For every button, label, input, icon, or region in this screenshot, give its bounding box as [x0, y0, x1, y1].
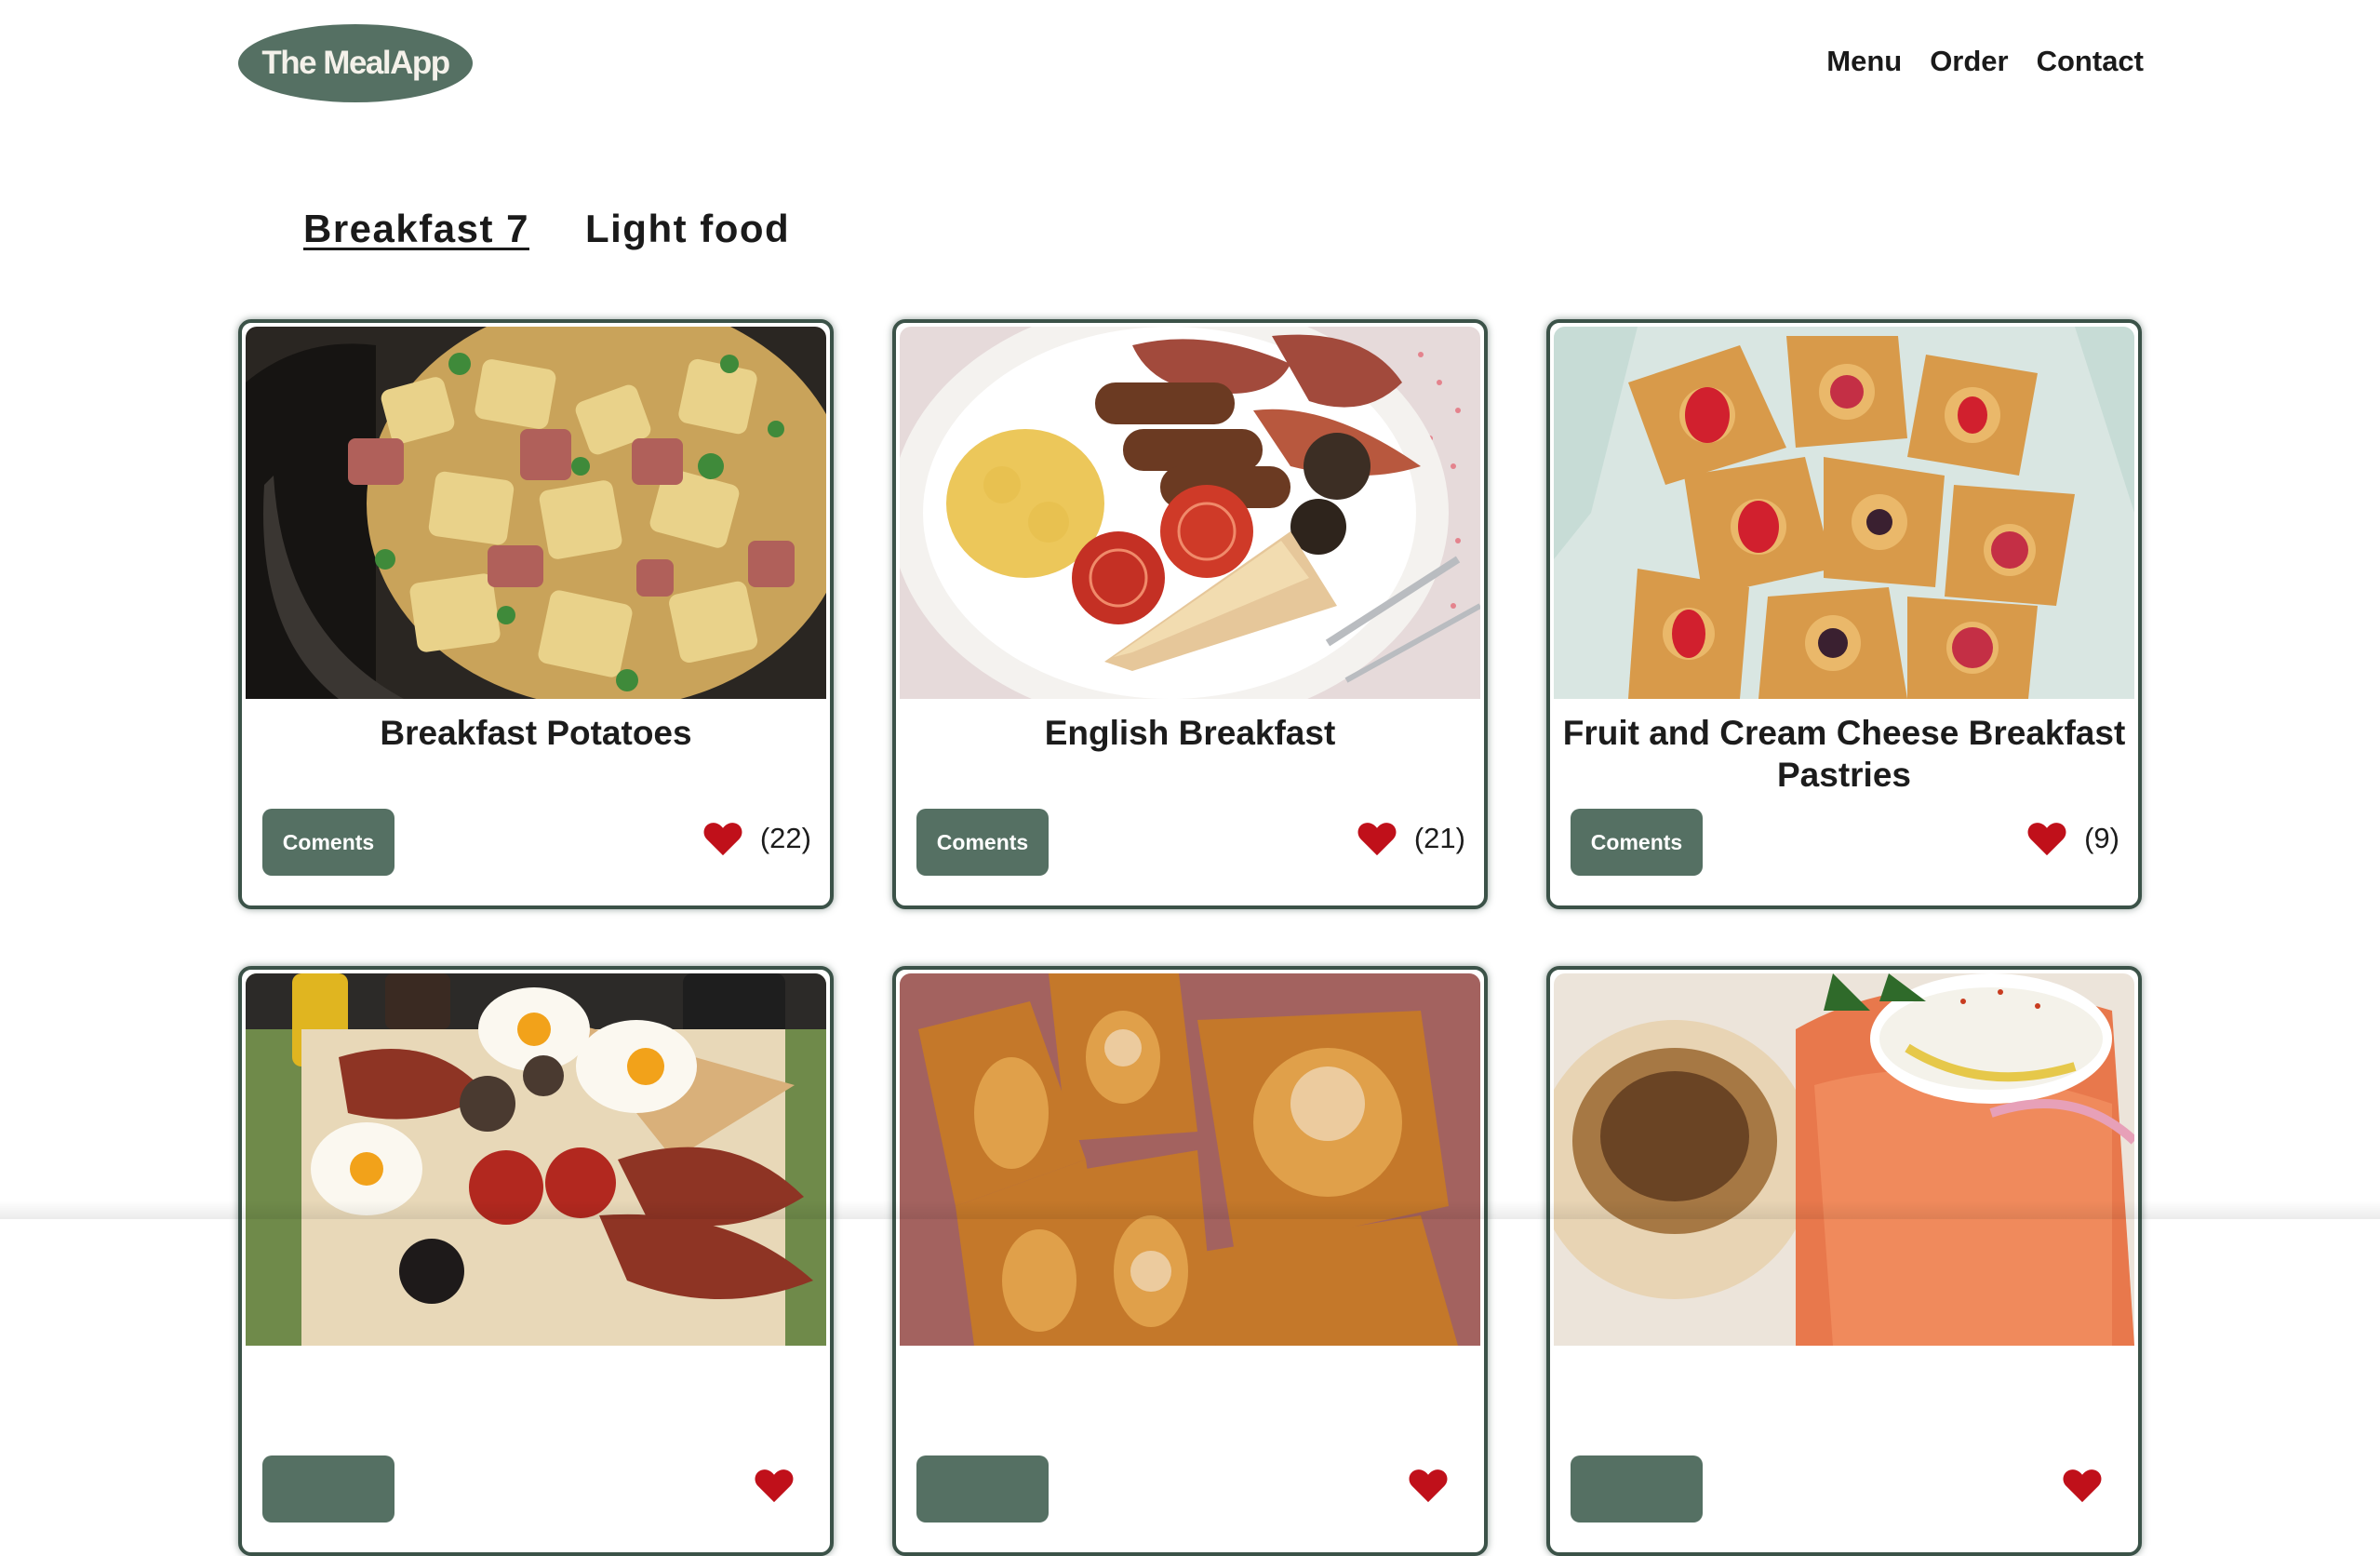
meal-image — [246, 327, 826, 699]
meal-card — [892, 966, 1488, 1556]
heart-icon[interactable] — [2026, 820, 2067, 857]
nav-menu-link[interactable]: Menu — [1826, 45, 1902, 78]
likes-count: (21) — [1413, 822, 1465, 854]
card-footer: Coments (22) — [262, 809, 811, 876]
meal-image — [1554, 327, 2134, 699]
heart-icon[interactable] — [702, 820, 743, 857]
comments-button[interactable] — [1571, 1455, 1703, 1522]
card-footer — [916, 1455, 1465, 1522]
meal-card: English Breakfast Coments (21) — [892, 319, 1488, 909]
page-bottom-shadow — [0, 1201, 2380, 1219]
meal-image — [900, 327, 1480, 699]
category-tabs: Breakfast 7 Light food — [303, 207, 790, 251]
likes — [1408, 1467, 1465, 1504]
card-footer — [1571, 1455, 2119, 1522]
likes-count: (22) — [759, 822, 811, 854]
card-footer: Coments (21) — [916, 809, 1465, 876]
comments-button[interactable]: Coments — [1571, 809, 1703, 876]
comments-button[interactable]: Coments — [916, 809, 1049, 876]
likes-count: (9) — [2084, 822, 2119, 854]
card-footer: Coments (9) — [1571, 809, 2119, 876]
nav-contact-link[interactable]: Contact — [2037, 45, 2144, 78]
meal-image — [1554, 973, 2134, 1346]
meal-title: Fruit and Cream Cheese Breakfast Pastrie… — [1562, 714, 2126, 794]
meal-title: Breakfast Potatoes — [380, 714, 692, 752]
nav-order-link[interactable]: Order — [1930, 45, 2008, 78]
meal-card: Fruit and Cream Cheese Breakfast Pastrie… — [1546, 319, 2142, 909]
likes: (9) — [2026, 820, 2119, 857]
meal-card: Breakfast Potatoes Coments (22) — [238, 319, 834, 909]
heart-icon[interactable] — [2062, 1467, 2103, 1504]
site-header: The MealApp Menu Order Contact — [0, 0, 2380, 130]
tab-breakfast[interactable]: Breakfast 7 — [303, 207, 529, 251]
heart-icon[interactable] — [1357, 820, 1397, 857]
meal-image — [900, 973, 1480, 1346]
meal-card — [238, 966, 834, 1556]
meal-image — [246, 973, 826, 1346]
logo[interactable]: The MealApp — [238, 24, 473, 102]
main-nav: Menu Order Contact — [1826, 45, 2144, 78]
comments-button[interactable]: Coments — [262, 809, 394, 876]
heart-icon[interactable] — [1408, 1467, 1449, 1504]
heart-icon[interactable] — [754, 1467, 795, 1504]
comments-button[interactable] — [916, 1455, 1049, 1522]
comments-button[interactable] — [262, 1455, 394, 1522]
meal-card — [1546, 966, 2142, 1556]
likes — [2062, 1467, 2119, 1504]
card-footer — [262, 1455, 811, 1522]
likes: (22) — [702, 820, 811, 857]
likes: (21) — [1357, 820, 1465, 857]
meal-title: English Breakfast — [1044, 714, 1336, 752]
likes — [754, 1467, 811, 1504]
tab-light-food[interactable]: Light food — [585, 207, 790, 251]
